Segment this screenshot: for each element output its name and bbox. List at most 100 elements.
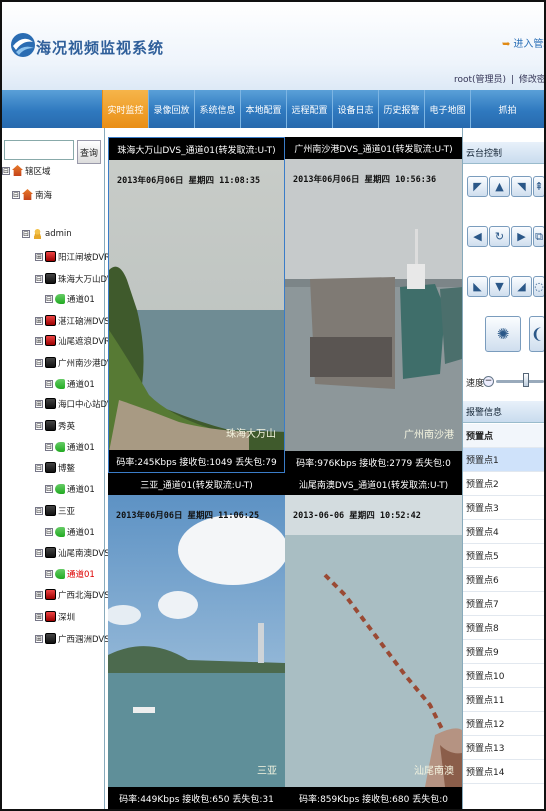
preset-item[interactable]: 预置点12 <box>463 712 544 736</box>
enter-admin-link[interactable]: ➥进入管理 <box>502 35 544 50</box>
preset-item[interactable]: 预置点6 <box>463 568 544 592</box>
nav-tab[interactable]: 录像回放 <box>148 90 194 128</box>
nav-tab[interactable]: 电子地图 <box>424 90 470 128</box>
tree-node[interactable]: ⊟ 广州南沙港DVS <box>35 354 118 371</box>
nav-tab[interactable]: 本地配置 <box>240 90 286 128</box>
collapse-icon[interactable]: ⊟ <box>35 506 43 515</box>
tree-node[interactable]: ⊟ 通道01 <box>45 480 95 497</box>
speed-slider-thumb[interactable] <box>523 373 529 387</box>
collapse-icon[interactable]: ⊟ <box>35 548 43 557</box>
tree-node[interactable]: ⊞ 湛江硇洲DVS <box>35 312 110 329</box>
tree-node[interactable]: ⊟ 秀英 <box>35 417 75 434</box>
tree-node[interactable]: ⊟ 辖区域 <box>2 162 51 179</box>
preset-item[interactable]: 预置点4 <box>463 520 544 544</box>
tree-node[interactable]: ⊟ 通道01 <box>45 438 95 455</box>
preset-item[interactable]: 预置点2 <box>463 472 544 496</box>
expand-icon[interactable]: ⊞ <box>35 590 43 599</box>
collapse-icon[interactable]: ⊟ <box>45 379 53 388</box>
tree-node[interactable]: ⊟ 三亚 <box>35 502 75 519</box>
video-title: 珠海大万山DVS_通道01(转发取流:U-T) <box>109 138 284 160</box>
collapse-icon[interactable]: ⊟ <box>45 527 53 536</box>
tree-node-label: 通道01 <box>67 379 95 390</box>
ptz-down-icon[interactable]: ▼ <box>489 276 510 297</box>
collapse-icon[interactable]: ⊟ <box>45 442 53 451</box>
video-panel-4[interactable]: 汕尾南澳DVS_通道01(转发取流:U-T) 2013-06-06 星期四 10… <box>285 473 462 809</box>
video-frame: 2013年06月06日 星期四 11:08:35 珠海大万山 <box>109 160 284 450</box>
ptz-light-icon[interactable]: ✺ <box>485 316 521 352</box>
tree-node[interactable]: ⊟ 博鳌 <box>35 459 75 476</box>
tree-node[interactable]: ⊞ 广西北海DVS <box>35 586 110 603</box>
ptz-up-right-icon[interactable]: ◥ <box>511 176 532 197</box>
ptz-iris-icon[interactable]: ◌ <box>533 276 544 297</box>
tree-node[interactable]: ⊟ 通道01 <box>45 565 95 582</box>
tree-node[interactable]: ⊟ 通道01 <box>45 375 95 392</box>
change-password-link[interactable]: 修改密码 <box>519 75 544 85</box>
ptz-left-icon[interactable]: ◀ <box>467 226 488 247</box>
preset-item[interactable]: 预置点8 <box>463 616 544 640</box>
tree-node[interactable]: ⊞ 海口中心站DVR <box>35 395 119 412</box>
video-panel-1[interactable]: 珠海大万山DVS_通道01(转发取流:U-T) 2013年06月06日 星期四 … <box>108 137 285 473</box>
expand-icon[interactable]: ⊞ <box>35 336 43 345</box>
video-stats: 码率:859Kbps 接收包:680 丢失包:0 <box>285 787 462 809</box>
nav-tab[interactable]: 设备日志 <box>332 90 378 128</box>
preset-item[interactable]: 预置点11 <box>463 688 544 712</box>
tree-node[interactable]: ⊟ admin <box>22 225 72 242</box>
collapse-icon[interactable]: ⊟ <box>45 484 53 493</box>
nav-tab[interactable]: 抓拍 <box>470 90 544 128</box>
ptz-down-right-icon[interactable]: ◢ <box>511 276 532 297</box>
expand-icon[interactable]: ⊞ <box>35 316 43 325</box>
preset-item[interactable]: 预置点13 <box>463 736 544 760</box>
collapse-icon[interactable]: ⊟ <box>12 190 20 199</box>
ptz-down-left-icon[interactable]: ◣ <box>467 276 488 297</box>
camera-icon <box>55 483 65 494</box>
speed-decrease-button[interactable]: − <box>483 376 494 387</box>
nav-tab[interactable]: 远程配置 <box>286 90 332 128</box>
ptz-focus-icon[interactable]: ⧉ <box>533 226 544 247</box>
tree-node[interactable]: ⊞ 广西涠洲DVS <box>35 630 110 647</box>
tree-node[interactable]: ⊟ 珠海大万山DVS <box>35 270 118 287</box>
expand-icon[interactable]: ⊞ <box>35 634 43 643</box>
search-button[interactable]: 查询 <box>77 140 101 164</box>
collapse-icon[interactable]: ⊟ <box>35 421 43 430</box>
ptz-up-icon[interactable]: ▲ <box>489 176 510 197</box>
nav-tab[interactable]: 实时监控 <box>102 90 148 128</box>
ptz-auto-icon[interactable]: ↻ <box>489 226 510 247</box>
tree-node[interactable]: ⊞ 深圳 <box>35 608 75 625</box>
tree-node[interactable]: ⊟ 通道01 <box>45 290 95 307</box>
ptz-zoom-in-icon[interactable]: ⇞ <box>533 176 544 197</box>
tree-node[interactable]: ⊟ 南海 <box>12 186 52 203</box>
collapse-icon[interactable]: ⊟ <box>45 294 53 303</box>
search-input[interactable] <box>4 140 74 160</box>
collapse-icon[interactable]: ⊟ <box>22 229 30 238</box>
ptz-right-icon[interactable]: ▶ <box>511 226 532 247</box>
tree-node[interactable]: ⊞ 汕尾遮浪DVR <box>35 332 110 349</box>
collapse-icon[interactable]: ⊟ <box>35 274 43 283</box>
preset-item[interactable]: 预置点1 <box>463 448 544 472</box>
tree-node[interactable]: ⊟ 通道01 <box>45 523 95 540</box>
nav-tab[interactable]: 系统信息 <box>194 90 240 128</box>
preset-item[interactable]: 预置点5 <box>463 544 544 568</box>
expand-icon[interactable]: ⊞ <box>35 612 43 621</box>
nav-tab[interactable]: 历史报警 <box>378 90 424 128</box>
collapse-icon[interactable]: ⊟ <box>35 358 43 367</box>
preset-item[interactable]: 预置点3 <box>463 496 544 520</box>
preset-item[interactable]: 预置点9 <box>463 640 544 664</box>
expand-icon[interactable]: ⊞ <box>35 399 43 408</box>
video-panel-2[interactable]: 广州南沙港DVS_通道01(转发取流:U-T) 2013年06月06日 星期四 … <box>285 137 462 473</box>
preset-item[interactable]: 预置点7 <box>463 592 544 616</box>
collapse-icon[interactable]: ⊟ <box>45 569 53 578</box>
alarm-title: 报警信息 <box>463 401 544 423</box>
tree-node[interactable]: ⊞ 阳江闸坡DVR <box>35 248 110 265</box>
tree-node-label: 深圳 <box>58 612 76 623</box>
tree-node[interactable]: ⊟ 汕尾南澳DVS <box>35 544 110 561</box>
ptz-up-left-icon[interactable]: ◤ <box>467 176 488 197</box>
preset-item[interactable]: 预置点10 <box>463 664 544 688</box>
video-panel-3[interactable]: 三亚_通道01(转发取流:U-T) 2013年06月06日 星期四 11:06:… <box>108 473 285 809</box>
preset-item[interactable]: 预置点14 <box>463 760 544 784</box>
ptz-wiper-icon[interactable]: ❨ <box>529 316 544 352</box>
collapse-icon[interactable]: ⊟ <box>35 463 43 472</box>
speed-slider-track[interactable] <box>496 380 544 383</box>
collapse-icon[interactable]: ⊟ <box>2 166 10 175</box>
expand-icon[interactable]: ⊞ <box>35 252 43 261</box>
video-stats: 码率:449Kbps 接收包:650 丢失包:31 <box>108 787 285 809</box>
